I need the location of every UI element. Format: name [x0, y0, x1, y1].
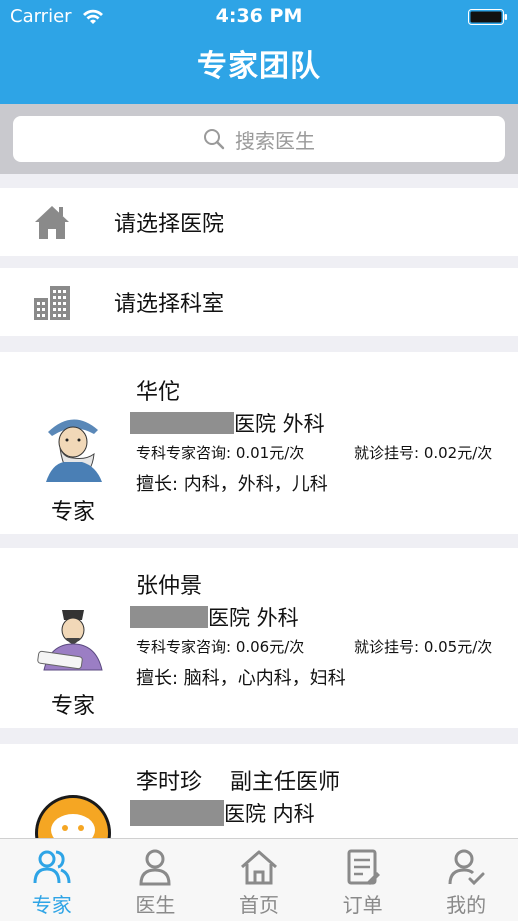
tab-doctors-label: 医生 — [135, 893, 176, 917]
tab-doctors[interactable]: 医生 — [104, 839, 208, 921]
registration-fee: 就诊挂号: 0.02元/次 — [354, 444, 493, 462]
search-bar: 搜索医生 — [0, 104, 518, 174]
select-hospital-row[interactable]: 请选择医院 — [0, 188, 518, 256]
redacted-text — [130, 800, 224, 826]
page-title: 专家团队 — [197, 49, 321, 84]
select-hospital-label: 请选择医院 — [114, 212, 225, 237]
tab-experts-label: 专家 — [31, 893, 72, 917]
doctor-title: 副主任医师 — [230, 770, 341, 795]
doctor-fees: 专科专家咨询: 0.06元/次 就诊挂号: 0.05元/次 — [136, 636, 492, 657]
consult-fee: 专科专家咨询: 0.06元/次 — [136, 638, 305, 656]
doctor-name: 张仲景 — [136, 574, 203, 599]
profile-icon — [448, 849, 485, 886]
doctor-name: 华佗 — [136, 380, 181, 405]
tab-orders-label: 订单 — [342, 893, 383, 917]
doctor-icon — [139, 849, 171, 886]
select-department-label: 请选择科室 — [114, 292, 225, 317]
tab-profile[interactable]: 我的 — [414, 839, 518, 921]
search-icon — [204, 129, 225, 150]
building-icon — [34, 286, 70, 320]
doctor-fees: 专科专家咨询: 0.01元/次 就诊挂号: 0.02元/次 — [136, 442, 492, 463]
experts-icon — [33, 850, 71, 884]
expert-tag: 专家 — [50, 694, 95, 719]
registration-fee: 就诊挂号: 0.05元/次 — [354, 638, 493, 656]
consult-fee: 专科专家咨询: 0.01元/次 — [136, 444, 305, 462]
home-icon — [240, 850, 277, 885]
orders-icon — [347, 849, 380, 885]
doctor-hospital: 医院 外科 — [130, 408, 325, 438]
hospital-icon — [35, 206, 69, 239]
doctor-card[interactable]: 华佗 医院 外科 专科专家咨询: 0.01元/次 就诊挂号: 0.02元/次 擅… — [0, 352, 518, 534]
clock: 4:36 PM — [215, 5, 303, 27]
doctor-hospital: 医院 外科 — [130, 602, 299, 632]
doctor-hospital-suffix: 医院 外科 — [208, 606, 299, 630]
doctor-hospital: 医院 内科 — [130, 798, 315, 828]
tab-experts[interactable]: 专家 — [0, 839, 104, 921]
battery-icon — [468, 9, 507, 25]
select-department-row[interactable]: 请选择科室 — [0, 268, 518, 336]
search-input[interactable]: 搜索医生 — [13, 116, 505, 162]
doctor-hospital-suffix: 医院 外科 — [234, 412, 325, 436]
doctor-name: 李时珍 — [136, 770, 203, 795]
doctor-avatar — [36, 406, 110, 482]
tab-bar: 专家 医生 首页 订单 我的 — [0, 838, 518, 921]
redacted-text — [130, 606, 208, 628]
nav-bar: 专家团队 — [0, 34, 518, 104]
doctor-avatar — [35, 795, 111, 838]
expert-tag: 专家 — [50, 500, 95, 525]
redacted-text — [130, 412, 234, 434]
doctor-hospital-suffix: 医院 内科 — [224, 802, 315, 826]
tab-home-label: 首页 — [238, 893, 279, 917]
tab-orders[interactable]: 订单 — [311, 839, 415, 921]
doctor-name-row: 李时珍 副主任医师 — [136, 764, 340, 796]
status-bar: Carrier 4:36 PM — [0, 0, 518, 34]
doctor-card[interactable]: 李时珍 副主任医师 医院 内科 — [0, 744, 518, 838]
tab-home[interactable]: 首页 — [207, 839, 311, 921]
doctor-avatar — [36, 600, 110, 674]
doctor-specialty: 擅长: 内科，外科，儿科 — [136, 474, 328, 495]
doctor-specialty: 擅长: 脑科，心内科，妇科 — [136, 668, 346, 689]
tab-profile-label: 我的 — [446, 893, 487, 917]
search-placeholder: 搜索医生 — [235, 128, 315, 153]
doctor-card[interactable]: 张仲景 医院 外科 专科专家咨询: 0.06元/次 就诊挂号: 0.05元/次 … — [0, 548, 518, 728]
